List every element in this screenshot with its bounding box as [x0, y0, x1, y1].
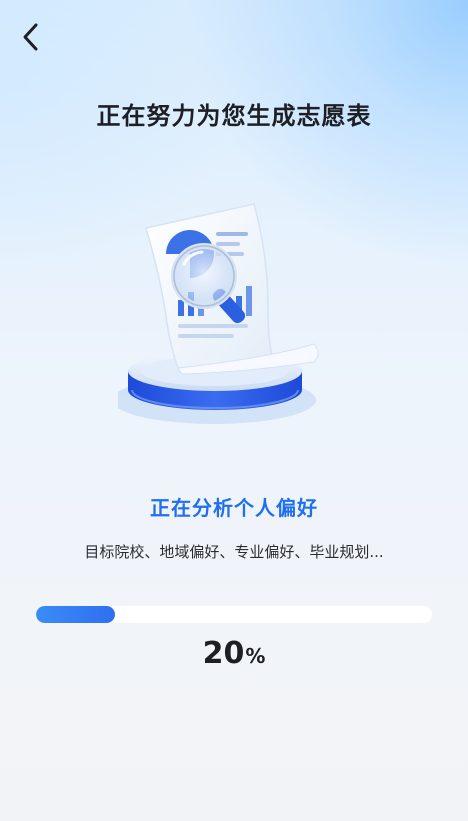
progress-readout: 20%	[0, 636, 468, 671]
progress-bar	[36, 606, 432, 623]
progress-unit: %	[245, 644, 266, 668]
chevron-left-icon	[14, 20, 54, 56]
progress-bar-fill	[36, 606, 116, 623]
status-description: 目标院校、地域偏好、专业偏好、毕业规划...	[84, 543, 384, 561]
screen: 正在努力为您生成志愿表 正在分析个人偏好 目标院校、地域偏好、专业偏好、毕业规划…	[0, 0, 468, 821]
progress-value: 20	[202, 636, 245, 671]
page-title: 正在努力为您生成志愿表	[96, 102, 372, 130]
document-magnifier-illustration	[112, 196, 350, 426]
status-title: 正在分析个人偏好	[150, 496, 318, 520]
back-button[interactable]	[14, 20, 54, 56]
